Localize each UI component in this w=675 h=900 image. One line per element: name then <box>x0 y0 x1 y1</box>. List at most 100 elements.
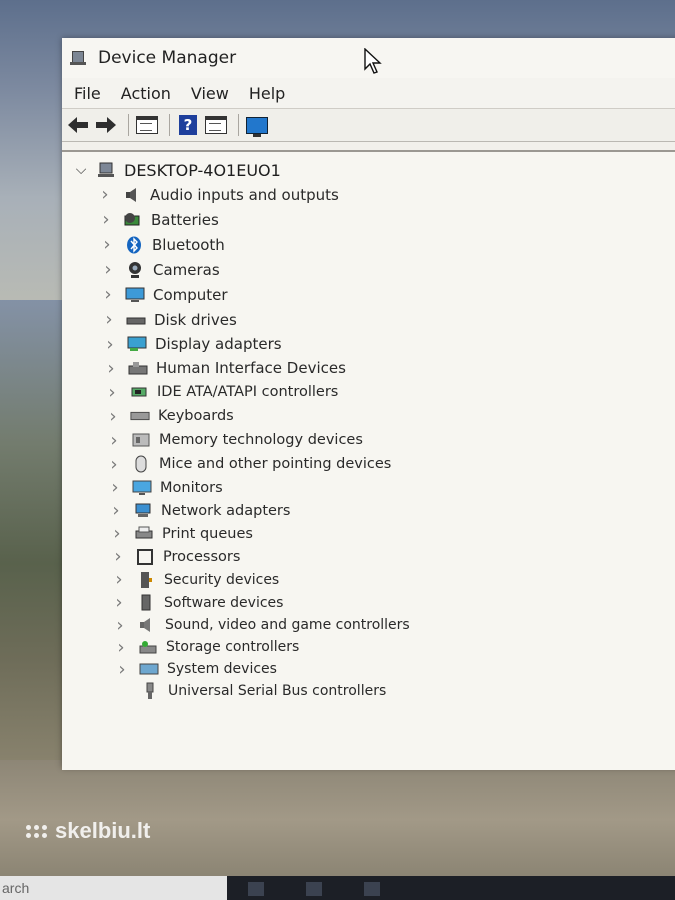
chevron-right-icon[interactable]: › <box>98 184 112 205</box>
tree-node-label: Computer <box>153 285 228 304</box>
taskbar-app-icon[interactable] <box>364 882 380 896</box>
device-tree: ⌵ DESKTOP-4O1EUO1 › Audio inputs and outp… <box>62 152 675 702</box>
tree-node[interactable]: › Mice and other pointing devices <box>107 452 675 476</box>
computer-root-icon <box>96 161 116 179</box>
show-hidden-icon <box>205 116 227 134</box>
chevron-right-icon[interactable]: › <box>107 430 121 451</box>
scan-hardware-icon <box>246 116 268 137</box>
bluetooth-icon <box>124 236 144 254</box>
tree-node[interactable]: › System devices <box>115 658 675 680</box>
taskbar: arch <box>0 876 675 900</box>
toolbar-separator <box>238 114 239 136</box>
back-icon <box>68 117 88 133</box>
chevron-right-icon[interactable]: › <box>101 284 115 305</box>
hid-icon <box>128 359 148 377</box>
tree-node-label: Disk drives <box>154 310 237 329</box>
tree-node[interactable]: › Cameras <box>101 257 675 282</box>
chevron-right-icon[interactable]: › <box>114 637 128 658</box>
toolbar-separator <box>169 114 170 136</box>
tree-node[interactable]: › Security devices <box>112 568 675 591</box>
battery-icon <box>123 211 143 229</box>
chevron-right-icon[interactable]: › <box>105 382 119 403</box>
disk-drive-icon <box>126 311 146 329</box>
chevron-down-icon[interactable]: ⌵ <box>74 162 88 178</box>
chevron-right-icon[interactable]: › <box>99 209 113 230</box>
chevron-right-icon[interactable]: › <box>115 659 129 680</box>
scan-hardware-button[interactable] <box>245 114 269 137</box>
chevron-right-icon[interactable]: › <box>101 259 115 280</box>
keyboard-icon <box>130 407 150 425</box>
chevron-right-icon[interactable]: › <box>100 234 114 255</box>
chevron-right-icon[interactable]: › <box>106 406 120 427</box>
chevron-right-icon[interactable]: › <box>111 546 125 567</box>
help-button[interactable]: ? <box>176 114 200 136</box>
chevron-right-icon[interactable]: › <box>109 500 123 521</box>
mouse-cursor-icon <box>364 48 382 74</box>
tree-node-label: Network adapters <box>161 502 291 519</box>
toolbar-separator <box>128 114 129 136</box>
ide-controller-icon <box>129 383 149 401</box>
watermark-logo-icon <box>26 824 47 838</box>
chevron-right-icon[interactable]: › <box>102 309 116 330</box>
security-device-icon <box>136 571 156 589</box>
tree-node[interactable]: › Audio inputs and outputs <box>98 182 675 207</box>
display-adapter-icon <box>127 335 147 353</box>
menu-bar: File Action View Help <box>62 78 675 108</box>
printer-icon <box>134 525 154 543</box>
tree-node[interactable]: › Sound, video and game controllers <box>113 614 675 636</box>
tree-node-label: Security devices <box>164 571 280 588</box>
tree-node-label: Processors <box>163 548 241 565</box>
tree-node[interactable]: › Network adapters <box>109 499 675 522</box>
tree-node-label: Mice and other pointing devices <box>159 456 392 472</box>
tree-node[interactable]: › Bluetooth <box>100 232 675 257</box>
menu-action[interactable]: Action <box>121 84 171 103</box>
tree-root[interactable]: ⌵ DESKTOP-4O1EUO1 <box>74 158 675 182</box>
tree-node[interactable]: › Batteries <box>99 207 675 232</box>
tree-node[interactable]: › Keyboards <box>106 404 675 428</box>
chevron-right-icon[interactable]: › <box>113 615 127 636</box>
tree-node[interactable]: › Display adapters <box>103 332 675 356</box>
chevron-right-icon[interactable]: › <box>112 592 126 613</box>
speaker-icon <box>122 186 142 204</box>
taskbar-app-icon[interactable] <box>306 882 322 896</box>
tree-node-label: Human Interface Devices <box>156 359 346 377</box>
chevron-right-icon[interactable]: › <box>108 477 122 498</box>
menu-file[interactable]: File <box>74 84 101 103</box>
chevron-right-icon[interactable]: › <box>112 569 126 590</box>
tree-node-label: Cameras <box>153 260 220 279</box>
tree-node[interactable]: › Storage controllers <box>114 636 675 658</box>
tree-node-label: Keyboards <box>158 408 234 424</box>
chevron-right-icon[interactable]: › <box>107 454 121 475</box>
chevron-right-icon[interactable]: › <box>110 523 124 544</box>
tree-node-label: Memory technology devices <box>159 432 363 448</box>
forward-button[interactable] <box>94 114 118 136</box>
tree-node[interactable]: Universal Serial Bus controllers <box>116 680 675 702</box>
tree-node[interactable]: › Processors <box>111 545 675 568</box>
tree-node-label: Display adapters <box>155 335 282 353</box>
tree-node[interactable]: › Disk drives <box>102 307 675 332</box>
properties-button[interactable] <box>135 114 159 136</box>
toolbar: ? <box>62 108 675 142</box>
chevron-right-icon[interactable]: › <box>103 334 117 355</box>
tree-node-label: System devices <box>167 661 277 677</box>
show-hidden-button[interactable] <box>204 114 228 136</box>
tree-node-label: Universal Serial Bus controllers <box>168 683 387 699</box>
back-button[interactable] <box>66 114 90 136</box>
tree-items: › Audio inputs and outputs › Batteries › Blue… <box>74 182 675 702</box>
tree-node[interactable]: › Print queues <box>110 522 675 545</box>
tree-node[interactable]: › Memory technology devices <box>107 428 675 452</box>
properties-icon <box>136 116 158 134</box>
tree-node[interactable]: › Human Interface Devices <box>104 356 675 380</box>
tree-node-label: Bluetooth <box>152 235 225 254</box>
tree-node[interactable]: › Software devices <box>112 591 675 614</box>
chevron-right-icon[interactable]: › <box>104 358 118 379</box>
task-view-icon[interactable] <box>248 882 264 896</box>
title-bar[interactable]: Device Manager <box>62 38 675 78</box>
taskbar-search[interactable]: arch <box>0 876 227 900</box>
device-tree-pane[interactable]: ⌵ DESKTOP-4O1EUO1 › Audio inputs and outp… <box>62 150 675 770</box>
menu-view[interactable]: View <box>191 84 229 103</box>
menu-help[interactable]: Help <box>249 84 285 103</box>
tree-node[interactable]: › IDE ATA/ATAPI controllers <box>105 380 675 404</box>
tree-node[interactable]: › Monitors <box>108 476 675 499</box>
tree-node[interactable]: › Computer <box>101 282 675 307</box>
